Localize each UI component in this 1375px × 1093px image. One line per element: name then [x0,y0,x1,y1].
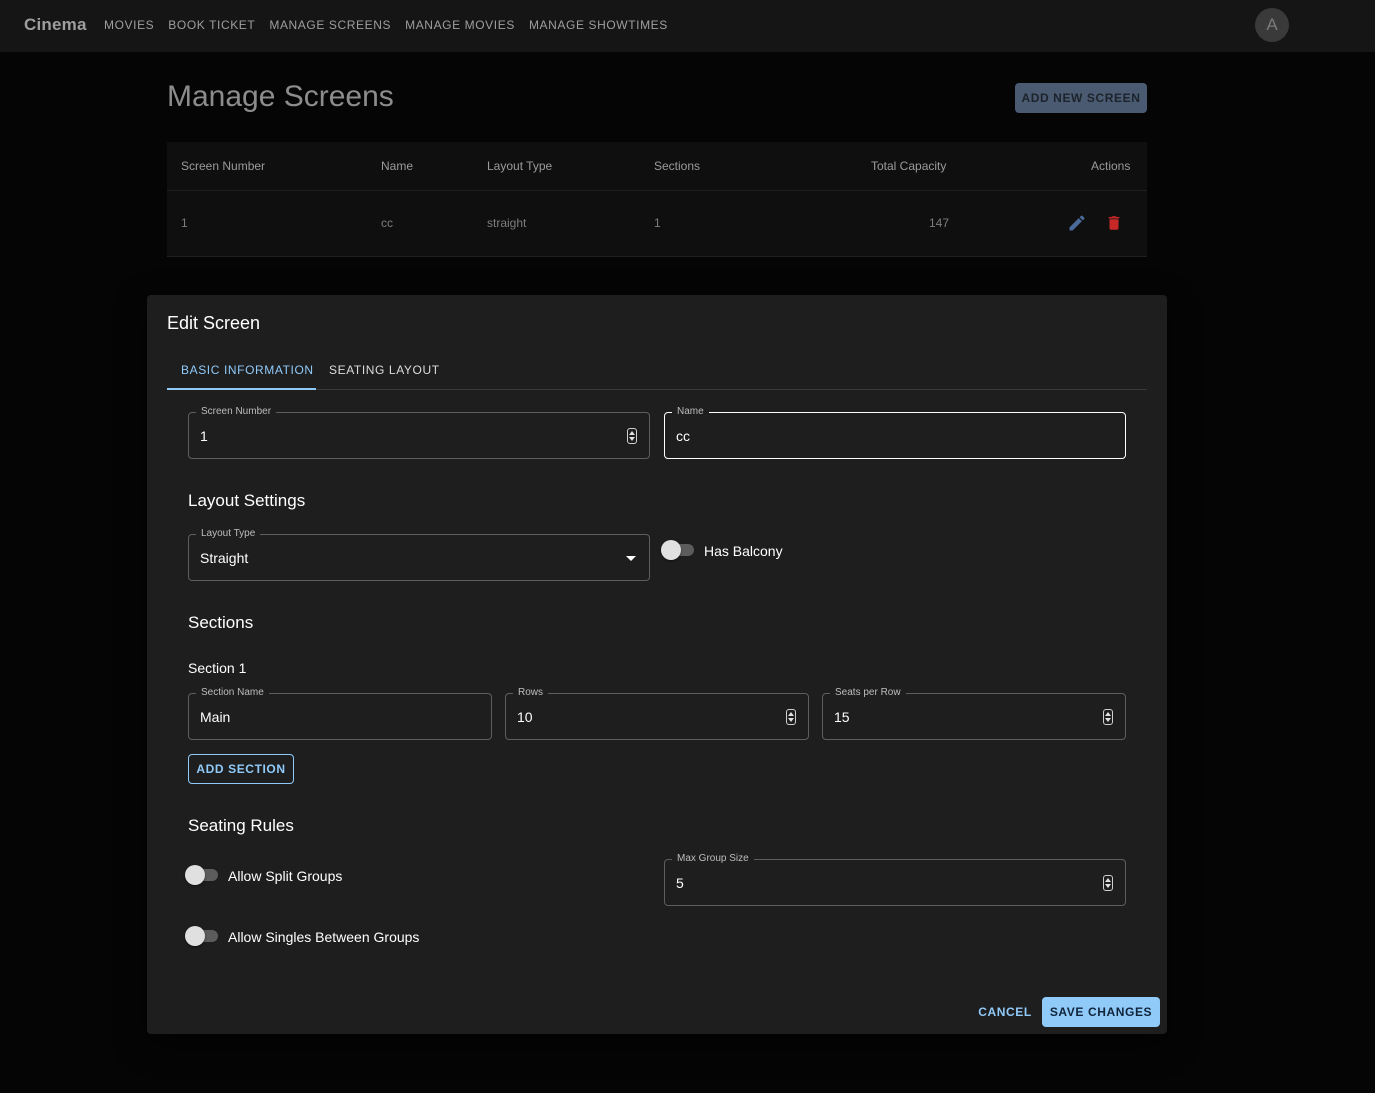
field-value: cc [676,428,690,444]
nav-manage-showtimes[interactable]: MANAGE SHOWTIMES [529,18,668,32]
app-bar: Cinema MOVIES BOOK TICKET MANAGE SCREENS… [0,0,1375,52]
seats-per-row-field[interactable]: Seats per Row 15 [822,687,1126,740]
edit-icon[interactable] [1067,213,1087,233]
layout-type-select[interactable]: Layout Type Straight [188,528,650,581]
page-title: Manage Screens [167,80,394,113]
cell-screen-number: 1 [181,216,188,230]
layout-settings-heading: Layout Settings [188,491,306,510]
seating-rules-heading: Seating Rules [188,816,294,835]
screens-table: Screen Number Name Layout Type Sections … [167,142,1147,257]
add-section-button[interactable]: ADD SECTION [188,754,294,784]
field-value: 1 [200,428,208,444]
field-value: 15 [834,709,850,725]
field-label: Rows [513,687,549,699]
cell-sections: 1 [654,216,661,230]
edit-screen-dialog: Edit Screen BASIC INFORMATION SEATING LA… [147,295,1167,1034]
divider [167,190,1147,191]
main-nav: MOVIES BOOK TICKET MANAGE SCREENS MANAGE… [104,18,682,32]
brand-logo[interactable]: Cinema [24,15,87,35]
allow-singles-label: Allow Singles Between Groups [228,929,420,945]
tab-seating-layout[interactable]: SEATING LAYOUT [329,363,440,377]
column-header: Layout Type [487,159,553,173]
column-header: Screen Number [181,159,266,173]
number-stepper-icon[interactable] [627,428,637,444]
field-value: Main [200,709,231,725]
has-balcony-switch[interactable] [661,540,695,560]
avatar[interactable]: A [1255,8,1289,42]
nav-book-ticket[interactable]: BOOK TICKET [168,18,255,32]
add-new-screen-button[interactable]: ADD NEW SCREEN [1015,83,1147,113]
section-title: Section 1 [188,660,247,676]
field-label: Seats per Row [830,687,906,699]
divider [167,256,1147,257]
tab-indicator [167,388,316,390]
has-balcony-label: Has Balcony [704,543,783,559]
column-header: Actions [1091,159,1131,173]
field-label: Max Group Size [672,853,754,865]
number-stepper-icon[interactable] [786,709,796,725]
cancel-button[interactable]: CANCEL [973,997,1037,1027]
nav-movies[interactable]: MOVIES [104,18,154,32]
field-value: 5 [676,875,684,891]
sections-heading: Sections [188,613,254,632]
field-label: Section Name [196,687,269,699]
dialog-tabs: BASIC INFORMATION SEATING LAYOUT [167,350,1147,390]
column-header: Name [381,159,414,173]
number-stepper-icon[interactable] [1103,709,1113,725]
max-group-size-field[interactable]: Max Group Size 5 [664,853,1126,906]
allow-singles-switch[interactable] [185,926,219,946]
cell-layout-type: straight [487,216,527,230]
section-name-field[interactable]: Section Name Main [188,687,492,740]
allow-split-groups-label: Allow Split Groups [228,868,343,884]
field-value: Straight [200,550,249,566]
field-label: Screen Number [196,406,277,418]
dialog-title: Edit Screen [167,313,261,333]
delete-icon[interactable] [1105,213,1123,233]
field-value: 10 [517,709,533,725]
cell-name: cc [381,216,393,230]
name-field[interactable]: Name cc [664,406,1126,459]
column-header: Sections [654,159,701,173]
cell-total-capacity: 147 [929,216,950,230]
nav-manage-movies[interactable]: MANAGE MOVIES [405,18,515,32]
field-label: Layout Type [196,528,261,540]
save-changes-button[interactable]: SAVE CHANGES [1042,997,1160,1027]
number-stepper-icon[interactable] [1103,875,1113,891]
column-header: Total Capacity [871,159,947,173]
screen-number-field[interactable]: Screen Number 1 [188,406,650,459]
rows-field[interactable]: Rows 10 [505,687,809,740]
tab-basic-information[interactable]: BASIC INFORMATION [181,363,314,377]
field-label: Name [672,406,709,418]
allow-split-groups-switch[interactable] [185,865,219,885]
dropdown-arrow-icon [626,556,636,561]
nav-manage-screens[interactable]: MANAGE SCREENS [269,18,391,32]
